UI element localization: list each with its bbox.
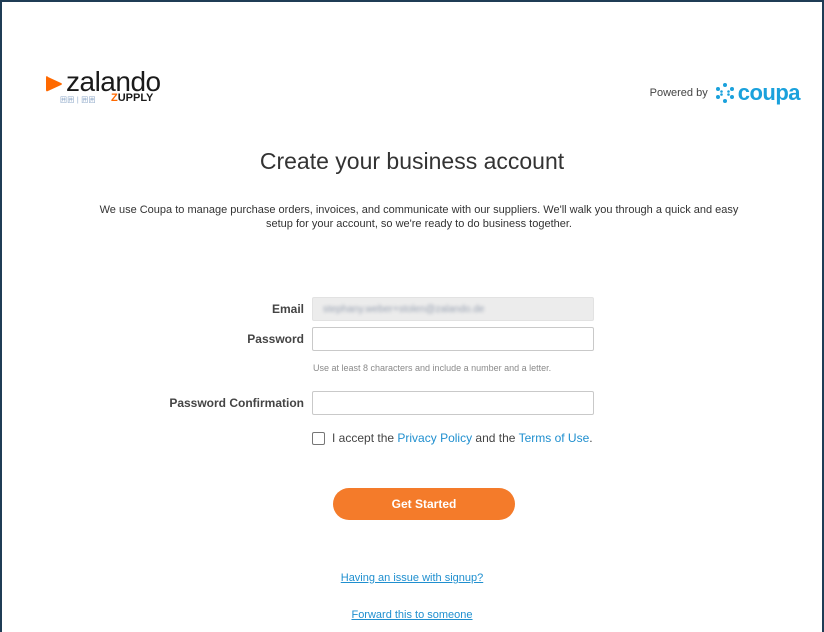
password-confirm-label: Password Confirmation bbox=[169, 396, 304, 410]
terms-of-use-link[interactable]: Terms of Use bbox=[519, 431, 590, 445]
email-value: stephany.weber+stolen@zalando.de bbox=[323, 304, 485, 315]
zalando-zupply-logo: zalando 囲囲 | 囲囲 ZUPPLY bbox=[44, 66, 204, 104]
accept-terms-row: I accept the Privacy Policy and the Term… bbox=[312, 431, 593, 445]
password-input[interactable] bbox=[312, 327, 594, 351]
powered-by-text: Powered by bbox=[649, 87, 708, 99]
privacy-policy-link[interactable]: Privacy Policy bbox=[397, 431, 472, 445]
logo-zupply: ZUPPLY bbox=[111, 92, 154, 104]
coupa-snowflake-icon bbox=[715, 83, 734, 103]
logo-subtext: 囲囲 | 囲囲 bbox=[60, 97, 96, 104]
signup-page: zalando 囲囲 | 囲囲 ZUPPLY Powered by coupa … bbox=[8, 8, 816, 632]
accept-terms-checkbox[interactable] bbox=[312, 431, 325, 445]
zalando-play-icon bbox=[46, 76, 62, 92]
get-started-button[interactable]: Get Started bbox=[333, 488, 515, 520]
powered-by-coupa: Powered by coupa bbox=[649, 80, 801, 105]
password-confirm-input[interactable] bbox=[312, 391, 594, 415]
email-field: stephany.weber+stolen@zalando.de bbox=[312, 297, 594, 321]
window-frame-left bbox=[0, 0, 2, 632]
password-label: Password bbox=[247, 332, 304, 346]
forward-link[interactable]: Forward this to someone bbox=[8, 609, 816, 621]
window-frame-top bbox=[0, 0, 824, 2]
password-hint: Use at least 8 characters and include a … bbox=[313, 363, 552, 373]
page-title: Create your business account bbox=[259, 148, 565, 174]
coupa-wordmark: coupa bbox=[737, 80, 801, 105]
accept-terms-text: I accept the Privacy Policy and the Term… bbox=[332, 431, 593, 445]
page-description: We use Coupa to manage purchase orders, … bbox=[99, 204, 739, 230]
email-label: Email bbox=[271, 302, 304, 316]
signup-issue-link[interactable]: Having an issue with signup? bbox=[8, 572, 816, 584]
